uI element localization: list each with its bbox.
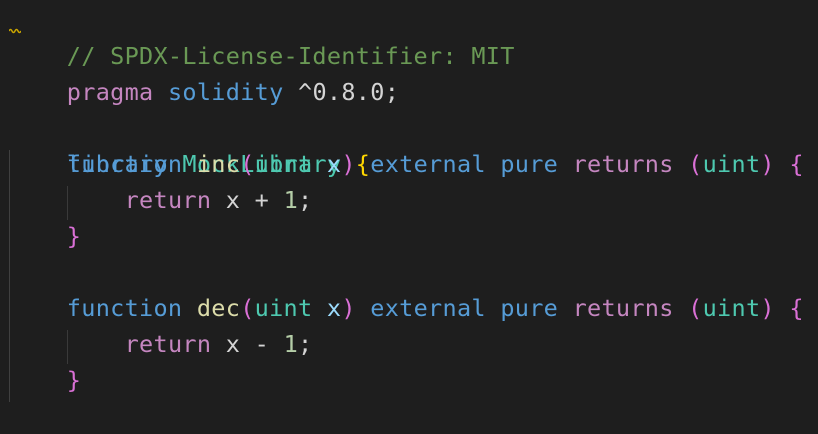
number-literal: 1 <box>283 330 299 358</box>
code-line-library[interactable]: library MockLibrary { <box>9 110 370 178</box>
code-line-function-dec[interactable]: function dec(uint x) external pure retur… <box>9 290 804 326</box>
code-line-return-dec[interactable]: return x - 1; <box>9 326 313 362</box>
return-var: x <box>225 330 241 358</box>
return-keyword: return <box>124 330 212 358</box>
param-type: uint <box>254 294 313 322</box>
param-open-paren: ( <box>240 294 255 322</box>
function-name-dec: dec <box>196 294 241 322</box>
param-name: x <box>326 294 342 322</box>
code-line-close-inc[interactable]: } <box>9 218 81 254</box>
return-keyword: return <box>124 186 212 214</box>
function-name-inc: inc <box>196 150 241 178</box>
returns-close-paren: ) <box>760 294 775 322</box>
code-line-close-dec[interactable]: } <box>9 362 81 398</box>
mutability-keyword: pure <box>500 294 559 322</box>
returns-open-paren: ( <box>688 150 703 178</box>
param-type: uint <box>254 150 313 178</box>
visibility-keyword: external <box>370 294 486 322</box>
pragma-keyword: pragma <box>66 78 154 106</box>
param-close-paren: ) <box>341 294 356 322</box>
code-line-comment[interactable]: // SPDX-License-Identifier: MIT <box>9 2 515 70</box>
function-close-brace: } <box>66 366 82 394</box>
pragma-version: ^0.8.0 <box>298 78 385 106</box>
semicolon: ; <box>298 186 313 214</box>
returns-keyword: returns <box>572 150 674 178</box>
number-literal: 1 <box>283 186 299 214</box>
returns-keyword: returns <box>572 294 674 322</box>
param-close-paren: ) <box>341 150 356 178</box>
param-open-paren: ( <box>240 150 255 178</box>
mutability-keyword: pure <box>500 150 559 178</box>
semicolon: ; <box>384 78 400 106</box>
returns-close-paren: ) <box>760 150 775 178</box>
pragma-name: solidity <box>167 78 284 106</box>
code-line-function-inc[interactable]: function inc(uint x) external pure retur… <box>9 146 804 182</box>
function-open-brace: { <box>789 150 804 178</box>
operator: + <box>254 186 270 214</box>
code-line-pragma[interactable]: pragma solidity ^0.8.0; <box>9 38 399 106</box>
operator: - <box>254 330 270 358</box>
param-name: x <box>326 150 342 178</box>
return-type: uint <box>702 150 761 178</box>
visibility-keyword: external <box>370 150 486 178</box>
code-editor[interactable]: // SPDX-License-Identifier: MIT pragma s… <box>0 0 818 402</box>
function-keyword: function <box>66 150 183 178</box>
return-type: uint <box>702 294 761 322</box>
return-var: x <box>225 186 241 214</box>
returns-open-paren: ( <box>688 294 703 322</box>
code-line-return-inc[interactable]: return x + 1; <box>9 182 313 218</box>
function-close-brace: } <box>66 222 82 250</box>
semicolon: ; <box>298 330 313 358</box>
function-keyword: function <box>66 294 183 322</box>
function-open-brace: { <box>789 294 804 322</box>
